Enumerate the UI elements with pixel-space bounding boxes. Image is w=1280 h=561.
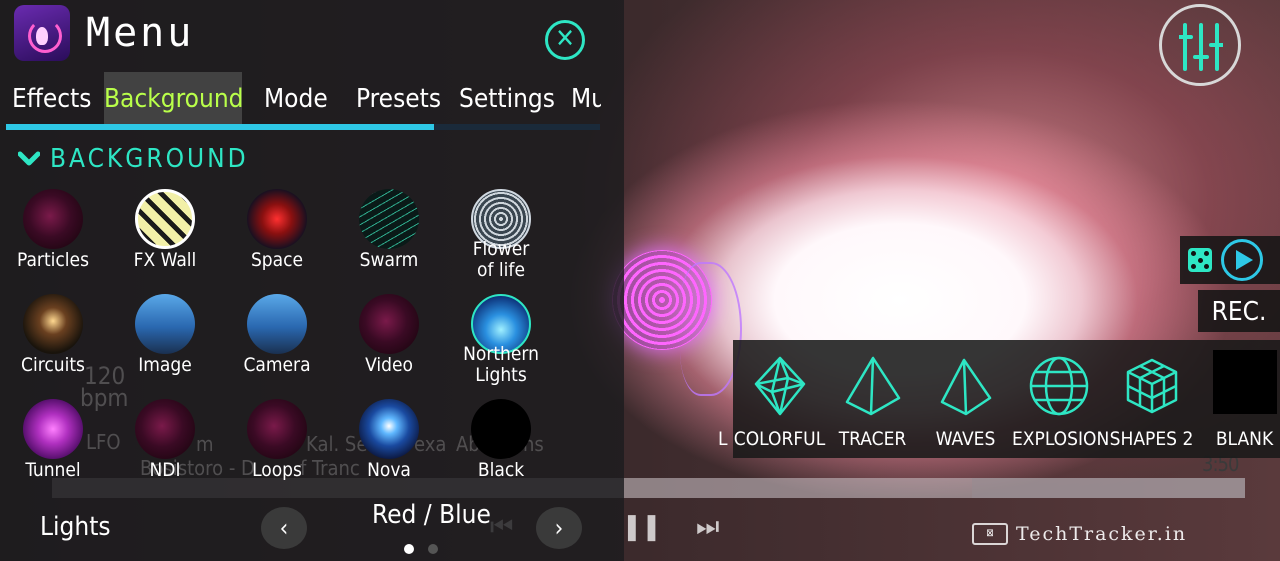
- swarm-thumbnail: [359, 189, 419, 249]
- tile-label: Circuits: [21, 354, 85, 376]
- page-dot-active[interactable]: [404, 544, 414, 554]
- close-icon[interactable]: ✕: [545, 20, 585, 60]
- skip-forward-icon[interactable]: ⏭: [696, 512, 719, 543]
- globe-icon: [1029, 356, 1088, 416]
- bg-tile-video[interactable]: Video: [334, 294, 444, 394]
- chevron-down-icon: [18, 151, 40, 166]
- preset-tracer[interactable]: TRACER: [826, 348, 919, 458]
- blank-icon: [1212, 350, 1277, 414]
- seek-bar-remaining: [972, 478, 1245, 498]
- tile-label: Video: [365, 354, 413, 376]
- tile-label: Flower of life: [472, 238, 530, 281]
- loops-thumbnail: [247, 399, 307, 459]
- tile-label: Space: [250, 249, 304, 271]
- prism-icon: [940, 358, 991, 416]
- bg-tile-nova[interactable]: Nova: [334, 399, 444, 499]
- watermark-text: TechTracker.in: [1016, 523, 1188, 545]
- tile-label: Northern Lights: [463, 343, 539, 386]
- mixer-button[interactable]: [1159, 4, 1241, 86]
- tile-label: Swarm: [359, 249, 419, 271]
- pause-icon[interactable]: ❚❚: [622, 512, 661, 542]
- preset-blank[interactable]: BLANK: [1198, 348, 1280, 458]
- bg-tile-ndi[interactable]: NDI: [110, 399, 220, 499]
- bg-tile-swarm[interactable]: Swarm: [334, 189, 444, 289]
- menu-panel: 120 bpm LFO m Bosistoro - D Kal. Set exa…: [0, 0, 624, 561]
- tile-label: Loops: [252, 459, 302, 481]
- menu-title: Menu: [86, 10, 195, 56]
- bg-tile-camera[interactable]: Camera: [222, 294, 332, 394]
- tunnel-thumbnail: [23, 399, 83, 459]
- lights-value: Red / Blue: [372, 500, 491, 530]
- bg-tile-image[interactable]: Image: [110, 294, 220, 394]
- ndi-thumbnail: [135, 399, 195, 459]
- preset-shapes-2[interactable]: SHAPES 2: [1105, 348, 1198, 458]
- app-logo-icon: [14, 5, 70, 61]
- bg-tile-loops[interactable]: Loops: [222, 399, 332, 499]
- watermark-logo-icon: ⊠: [972, 523, 1008, 545]
- preset-explosion[interactable]: EXPLOSION: [1012, 348, 1110, 458]
- dice-icon[interactable]: [1188, 248, 1212, 272]
- section-title: BACKGROUND: [50, 144, 249, 174]
- lights-label: Lights: [40, 512, 111, 542]
- space-thumbnail: [247, 189, 307, 249]
- camera-thumbnail: [247, 294, 307, 354]
- video-thumbnail: [359, 294, 419, 354]
- bg-tile-particles[interactable]: Particles: [0, 189, 108, 289]
- octahedron-icon: [754, 356, 805, 416]
- bg-tile-fx-wall[interactable]: FX Wall: [110, 189, 220, 289]
- preset-label: SHAPES 2: [1109, 428, 1194, 450]
- preset-partial-label: L: [718, 428, 728, 450]
- tab-background[interactable]: Background: [104, 72, 244, 124]
- cube-grid-icon: [1126, 358, 1177, 414]
- tile-label: FX Wall: [133, 249, 197, 271]
- lights-next-button[interactable]: ›: [536, 507, 582, 549]
- presets-panel: COLORFUL TRACER WAVES EXPLOSION SHAPES 2…: [733, 340, 1280, 458]
- tile-label: Black: [477, 459, 525, 481]
- bg-tile-northern-lights[interactable]: Northern Lights: [446, 294, 556, 394]
- watermark: ⊠ TechTracker.in: [972, 521, 1187, 547]
- image-thumbnail: [135, 294, 195, 354]
- particles-thumbnail: [23, 189, 83, 249]
- tab-settings[interactable]: Settings: [459, 72, 555, 124]
- section-header-background[interactable]: BACKGROUND: [18, 140, 249, 178]
- tab-bar: Effects Background Mode Presets Settings…: [0, 72, 624, 124]
- tile-label: Camera: [243, 354, 311, 376]
- tab-effects[interactable]: Effects: [12, 72, 92, 124]
- tab-presets[interactable]: Presets: [356, 72, 441, 124]
- tab-scroll-indicator: [6, 124, 434, 130]
- tile-label: Image: [138, 354, 192, 376]
- bg-tile-black[interactable]: Black: [446, 399, 556, 499]
- bg-tile-space[interactable]: Space: [222, 189, 332, 289]
- play-button[interactable]: [1221, 239, 1263, 281]
- tile-label: NDI: [149, 459, 181, 481]
- tab-music[interactable]: Mu: [571, 72, 601, 124]
- random-play-controls: [1180, 236, 1280, 284]
- sliders-icon: [1179, 23, 1223, 71]
- tile-label: Nova: [367, 459, 411, 481]
- fx-wall-thumbnail: [135, 189, 195, 249]
- preset-colorful[interactable]: COLORFUL: [733, 348, 826, 458]
- record-button[interactable]: REC.: [1198, 290, 1280, 332]
- preset-label: BLANK: [1215, 428, 1274, 450]
- bg-tile-flower-of-life[interactable]: Flower of life: [446, 189, 556, 289]
- preset-label: TRACER: [838, 428, 907, 450]
- lights-prev-button[interactable]: ‹: [261, 507, 307, 549]
- black-thumbnail: [471, 399, 531, 459]
- tab-mode[interactable]: Mode: [264, 72, 328, 124]
- pyramid-icon: [845, 356, 900, 416]
- bg-tile-tunnel[interactable]: Tunnel: [0, 399, 108, 499]
- page-dot[interactable]: [428, 544, 438, 554]
- bg-tile-circuits[interactable]: Circuits: [0, 294, 108, 394]
- nova-thumbnail: [359, 399, 419, 459]
- circuits-thumbnail: [23, 294, 83, 354]
- preset-label: COLORFUL: [733, 428, 826, 450]
- preset-label: WAVES: [935, 428, 996, 450]
- preset-waves[interactable]: WAVES: [919, 348, 1012, 458]
- tile-label: Tunnel: [25, 459, 81, 481]
- tile-label: Particles: [17, 249, 89, 271]
- preset-label: EXPLOSION: [1012, 428, 1110, 450]
